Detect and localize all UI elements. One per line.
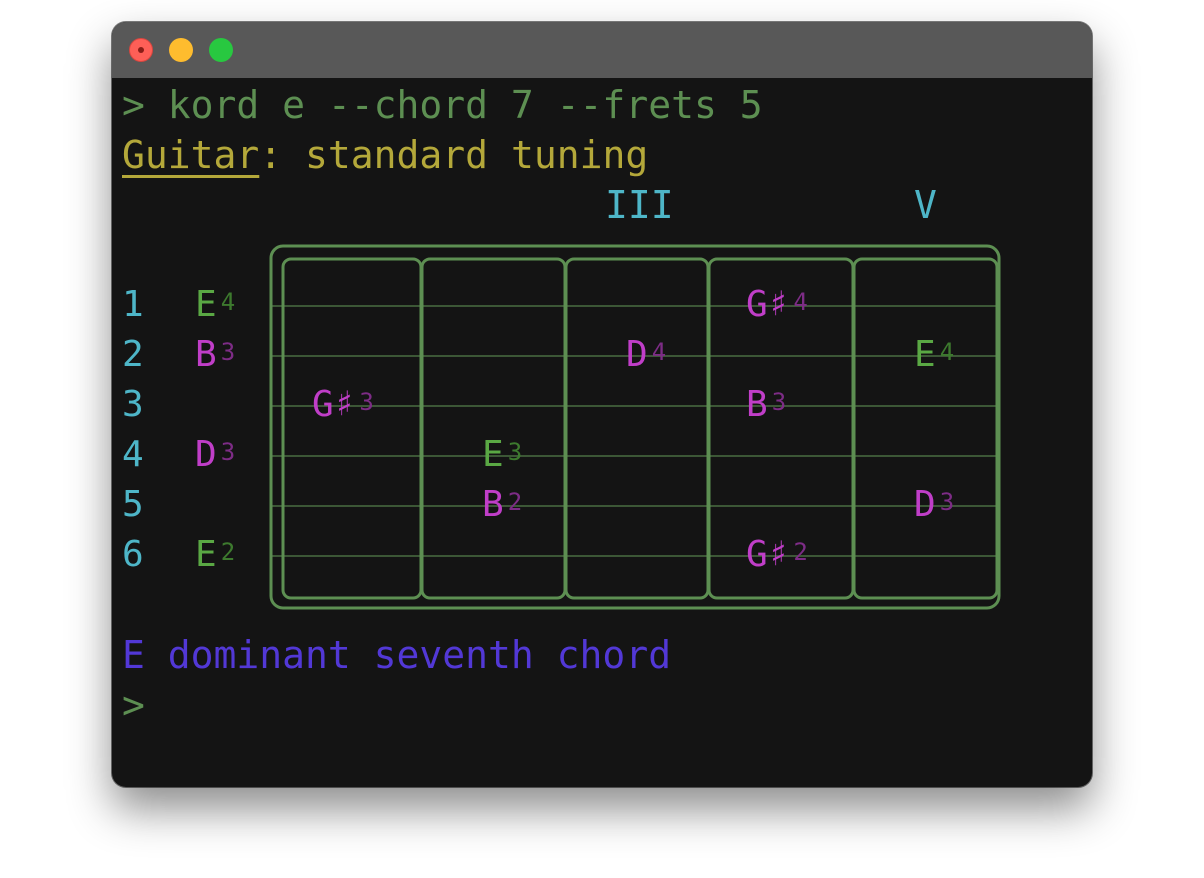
- note-name: D: [195, 434, 217, 475]
- note-name: G♯: [746, 284, 790, 325]
- string-number-1: 1: [122, 284, 144, 325]
- octave-number: 3: [771, 388, 787, 416]
- note-name: G♯: [312, 384, 356, 425]
- octave-number: 3: [507, 438, 523, 466]
- note-name: B: [746, 384, 768, 425]
- octave-number: 2: [507, 488, 523, 516]
- string-number-2: 2: [122, 334, 144, 375]
- note-name: D: [914, 484, 936, 525]
- fret-2-string-4-note: E3: [482, 430, 522, 480]
- note-name: B: [482, 484, 504, 525]
- note-name: G♯: [746, 534, 790, 575]
- open-note-string-2: B3: [195, 330, 235, 380]
- octave-number: 3: [359, 388, 374, 416]
- note-name: E: [914, 334, 936, 375]
- string-number-5: 5: [122, 484, 144, 525]
- note-name: E: [195, 284, 217, 325]
- note-name: E: [195, 534, 217, 575]
- fret-5-string-5-note: D3: [914, 480, 954, 530]
- fret-1-string-3-note: G♯ 3: [312, 380, 374, 430]
- octave-number: 4: [939, 338, 955, 366]
- octave-number: 3: [220, 338, 236, 366]
- octave-number: 3: [220, 438, 236, 466]
- fret-4-string-6-note: G♯ 2: [746, 530, 808, 580]
- string-number-4: 4: [122, 434, 144, 475]
- open-note-string-6: E2: [195, 530, 235, 580]
- octave-number: 4: [220, 288, 236, 316]
- note-name: E: [482, 434, 504, 475]
- octave-number: 2: [220, 538, 236, 566]
- open-note-string-4: D3: [195, 430, 235, 480]
- chord-name: E dominant seventh chord: [122, 633, 672, 677]
- fret-3-string-2-note: D4: [626, 330, 666, 380]
- prompt: >: [122, 683, 145, 727]
- octave-number: 4: [793, 288, 808, 316]
- open-note-string-1: E4: [195, 280, 235, 330]
- terminal-window: > kord e --chord 7 --frets 5 Guitar: sta…: [112, 22, 1092, 787]
- octave-number: 3: [939, 488, 955, 516]
- fret-4-string-1-note: G♯ 4: [746, 280, 808, 330]
- string-number-3: 3: [122, 384, 144, 425]
- fret-4-string-3-note: B3: [746, 380, 786, 430]
- fret-2-string-5-note: B2: [482, 480, 522, 530]
- octave-number: 4: [651, 338, 667, 366]
- octave-number: 2: [793, 538, 808, 566]
- string-number-6: 6: [122, 534, 144, 575]
- note-name: D: [626, 334, 648, 375]
- fret-5-string-2-note: E4: [914, 330, 954, 380]
- note-name: B: [195, 334, 217, 375]
